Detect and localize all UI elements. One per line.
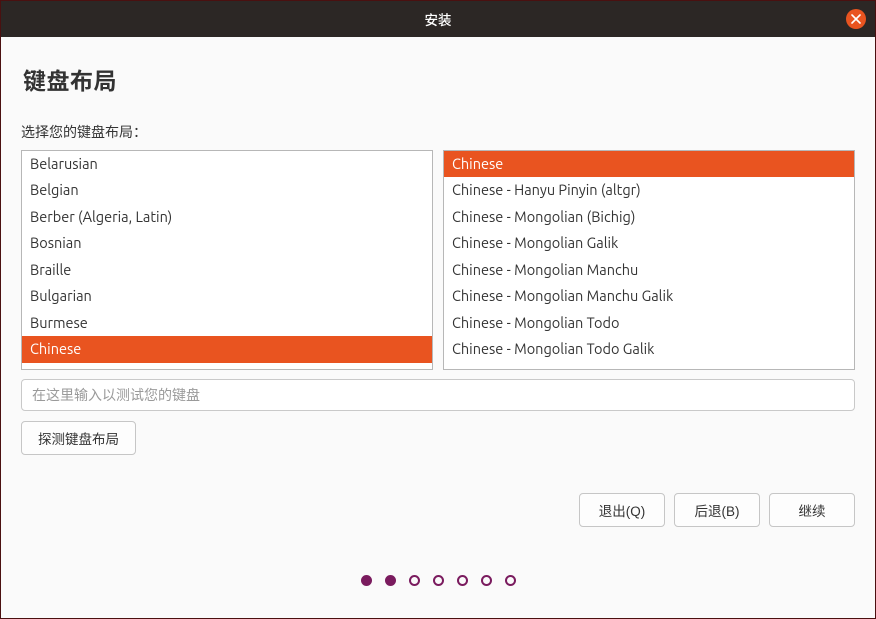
layout-item[interactable]: Croatian [22, 363, 432, 370]
variant-item[interactable]: Chinese - Mongolian Manchu Galik [444, 283, 854, 309]
variant-item[interactable]: Chinese - Mongolian Todo Galik [444, 336, 854, 362]
variant-item[interactable]: Chinese - Mongolian Xibe [444, 363, 854, 370]
variant-item[interactable]: Chinese - Mongolian Manchu [444, 257, 854, 283]
layout-item[interactable]: Bulgarian [22, 283, 432, 309]
layout-item[interactable]: Braille [22, 257, 432, 283]
layout-item[interactable]: Berber (Algeria, Latin) [22, 204, 432, 230]
layout-item[interactable]: Belarusian [22, 151, 432, 177]
variant-item[interactable]: Chinese - Mongolian Todo [444, 310, 854, 336]
layout-lists: BelarusianBelgianBerber (Algeria, Latin)… [21, 150, 855, 370]
layout-item[interactable]: Belgian [22, 177, 432, 203]
variant-listbox[interactable]: ChineseChinese - Hanyu Pinyin (altgr)Chi… [443, 150, 855, 370]
detect-layout-button[interactable]: 探测键盘布局 [21, 421, 136, 455]
progress-dot [481, 575, 492, 586]
close-icon [851, 14, 861, 24]
layout-item[interactable]: Burmese [22, 310, 432, 336]
back-button[interactable]: 后退(B) [674, 493, 760, 527]
variant-item[interactable]: Chinese - Hanyu Pinyin (altgr) [444, 177, 854, 203]
quit-button[interactable]: 退出(Q) [579, 493, 665, 527]
progress-dots [21, 575, 855, 586]
layout-item[interactable]: Chinese [22, 336, 432, 362]
continue-button[interactable]: 继续 [769, 493, 855, 527]
content-area: 键盘布局 选择您的键盘布局： BelarusianBelgianBerber (… [1, 37, 875, 618]
layout-item[interactable]: Bosnian [22, 230, 432, 256]
detect-row: 探测键盘布局 [21, 421, 855, 455]
keyboard-test-input[interactable] [21, 379, 855, 411]
window-title: 安装 [425, 9, 452, 29]
progress-dot [409, 575, 420, 586]
installer-window: 安装 键盘布局 选择您的键盘布局： BelarusianBelgianBerbe… [0, 0, 876, 619]
variant-item[interactable]: Chinese - Mongolian (Bichig) [444, 204, 854, 230]
progress-dot [385, 575, 396, 586]
page-title: 键盘布局 [23, 62, 855, 96]
progress-dot [361, 575, 372, 586]
progress-dot [433, 575, 444, 586]
layout-prompt: 选择您的键盘布局： [21, 122, 855, 142]
close-button[interactable] [846, 9, 866, 29]
nav-buttons: 退出(Q) 后退(B) 继续 [21, 493, 855, 527]
layout-listbox[interactable]: BelarusianBelgianBerber (Algeria, Latin)… [21, 150, 433, 370]
progress-dot [505, 575, 516, 586]
variant-item[interactable]: Chinese [444, 151, 854, 177]
progress-dot [457, 575, 468, 586]
variant-item[interactable]: Chinese - Mongolian Galik [444, 230, 854, 256]
titlebar: 安装 [1, 1, 875, 37]
